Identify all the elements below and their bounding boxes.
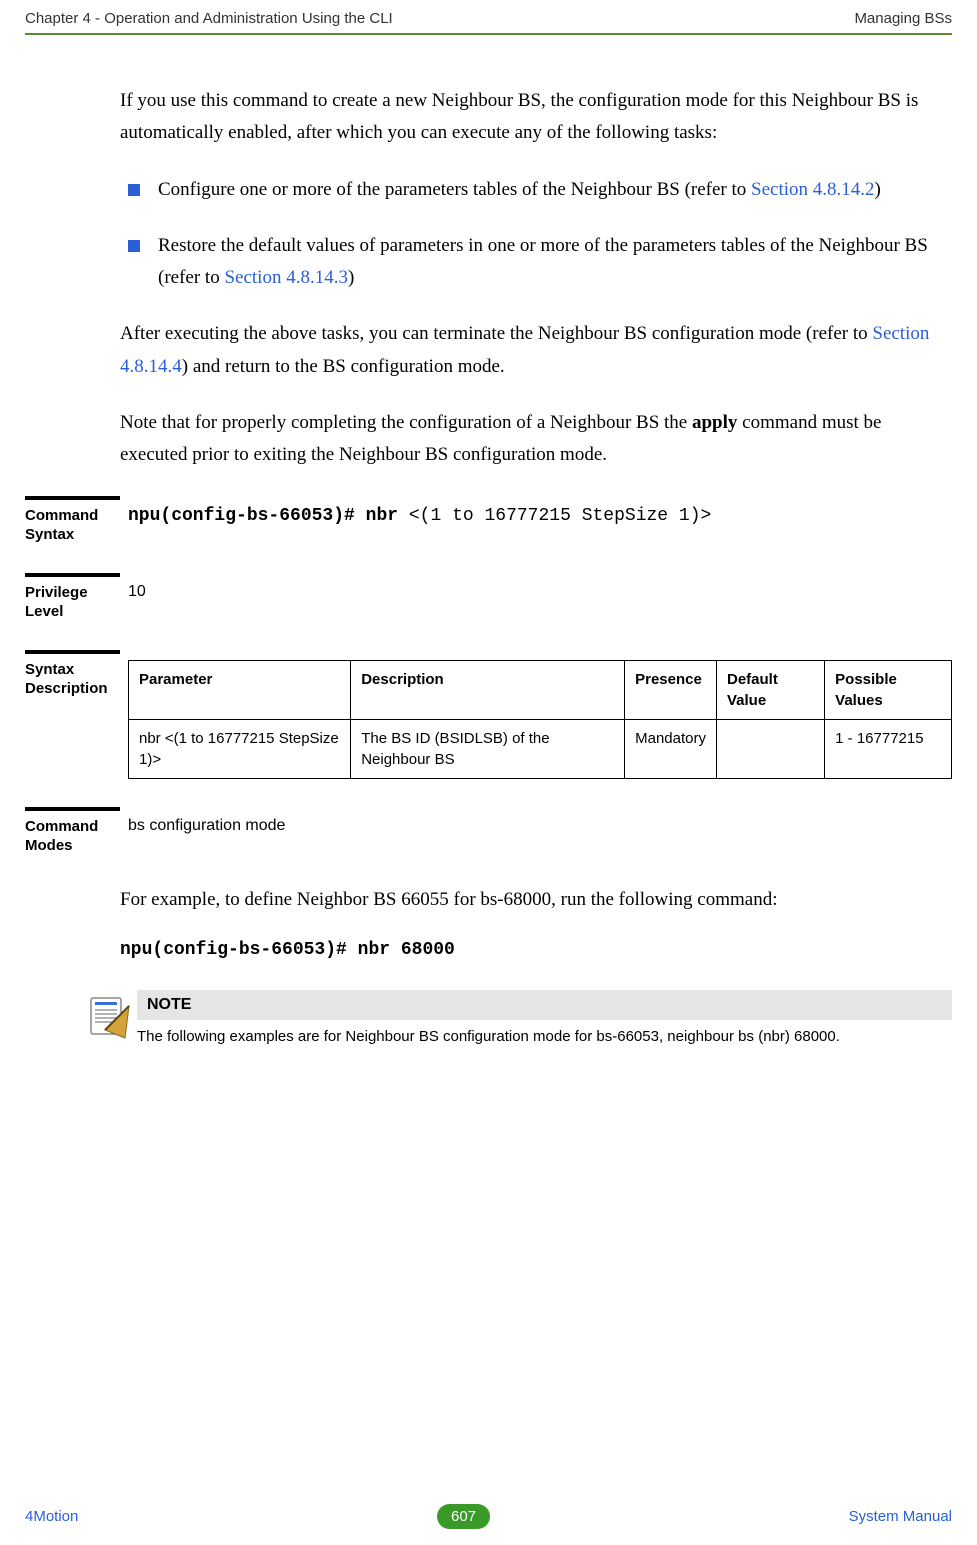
table-header-row: Parameter Description Presence Default V… [129,660,952,719]
task-bullet-list: Configure one or more of the parameters … [120,174,952,295]
header-chapter: Chapter 4 - Operation and Administration… [25,10,393,27]
square-bullet-icon [128,184,140,196]
bullet-item: Configure one or more of the parameters … [128,174,952,206]
privilege-level-value: 10 [120,573,952,601]
bullet-text: Configure one or more of the parameters … [158,174,881,206]
th-description: Description [351,660,625,719]
note-title: NOTE [137,990,952,1020]
command-modes-label: Command Modes [25,807,120,856]
command-modes-value: bs configuration mode [120,807,952,835]
th-parameter: Parameter [129,660,351,719]
privilege-level-label: Privilege Level [25,573,120,622]
bullet-text: Restore the default values of parameters… [158,230,952,295]
syntax-description-body: Parameter Description Presence Default V… [120,650,952,779]
note-body: NOTE The following examples are for Neig… [137,990,952,1047]
page-footer: 4Motion 607 System Manual [25,1504,952,1529]
example-command: npu(config-bs-66053)# nbr 68000 [120,940,952,960]
note-icon [85,990,137,1047]
intro-paragraph: If you use this command to create a new … [120,85,952,150]
command-modes-section: Command Modes bs configuration mode [25,807,952,856]
after-exec-paragraph: After executing the above tasks, you can… [120,318,952,383]
td-presence: Mandatory [625,719,717,778]
note-text: The following examples are for Neighbour… [137,1020,952,1047]
bullet-item: Restore the default values of parameters… [128,230,952,295]
footer-left[interactable]: 4Motion [25,1508,78,1525]
table-row: nbr <(1 to 16777215 StepSize 1)> The BS … [129,719,952,778]
th-default-value: Default Value [717,660,825,719]
th-possible-values: Possible Values [825,660,952,719]
command-syntax-label: Command Syntax [25,496,120,545]
example-intro: For example, to define Neighbor BS 66055… [120,884,952,916]
td-description: The BS ID (BSIDLSB) of the Neighbour BS [351,719,625,778]
td-possible: 1 - 16777215 [825,719,952,778]
syntax-description-section: Syntax Description Parameter Description… [25,650,952,779]
header-section: Managing BSs [854,10,952,27]
apply-note-paragraph: Note that for properly completing the co… [120,407,952,472]
apply-command-bold: apply [692,412,737,433]
syntax-description-label: Syntax Description [25,650,120,699]
footer-right[interactable]: System Manual [849,1508,952,1525]
td-parameter: nbr <(1 to 16777215 StepSize 1)> [129,719,351,778]
td-default [717,719,825,778]
th-presence: Presence [625,660,717,719]
page-header: Chapter 4 - Operation and Administration… [25,10,952,35]
section-link[interactable]: Section 4.8.14.3 [224,267,348,288]
note-block: NOTE The following examples are for Neig… [85,990,952,1047]
privilege-level-section: Privilege Level 10 [25,573,952,622]
page-number-badge: 607 [437,1504,490,1529]
command-syntax-section: Command Syntax npu(config-bs-66053)# nbr… [25,496,952,545]
section-link[interactable]: Section 4.8.14.2 [751,179,875,200]
square-bullet-icon [128,240,140,252]
command-syntax-body: npu(config-bs-66053)# nbr <(1 to 1677721… [120,496,952,526]
syntax-table: Parameter Description Presence Default V… [128,660,952,779]
